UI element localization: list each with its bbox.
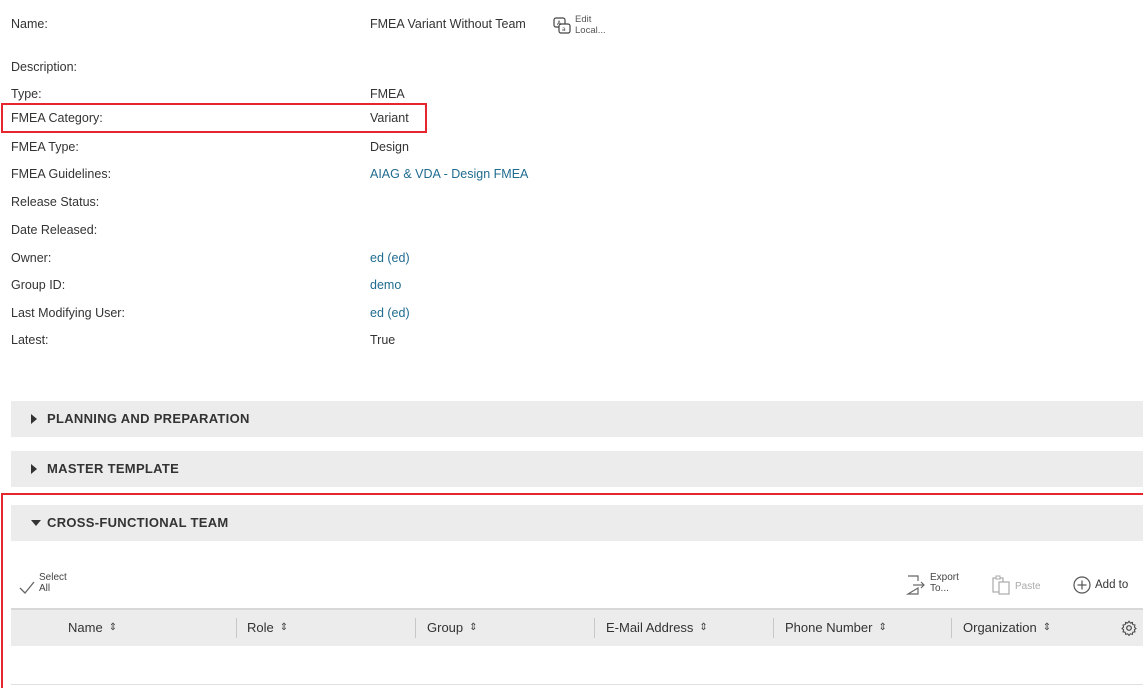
property-row-owner: Owner: ed (ed) (11, 248, 671, 268)
property-label: Name: (11, 17, 48, 31)
property-label: Group ID: (11, 278, 66, 292)
property-row-type: Type: FMEA (11, 84, 671, 104)
expand-arrow-icon (31, 414, 37, 424)
property-label: Date Released: (11, 223, 98, 237)
property-row-fmea-type: FMEA Type: Design (11, 137, 671, 157)
property-value: FMEA (370, 87, 405, 101)
property-label: FMEA Guidelines: (11, 167, 112, 181)
svg-text:a: a (562, 26, 566, 33)
property-value: True (370, 333, 396, 347)
group-id-link[interactable]: demo (370, 275, 401, 295)
last-modifying-user-link[interactable]: ed (ed) (370, 303, 410, 323)
edit-local-button[interactable]: A a Edit Local... (553, 14, 623, 42)
property-label: Latest: (11, 333, 49, 347)
property-row-last-modifying-user: Last Modifying User: ed (ed) (11, 303, 671, 323)
highlight-box-fmea-category (1, 103, 427, 133)
expand-arrow-icon (31, 464, 37, 474)
property-row-description: Description: (11, 57, 671, 77)
property-row-release-status: Release Status: (11, 192, 671, 212)
translate-icon: A a (553, 17, 571, 34)
property-value: Design (370, 140, 409, 154)
section-title: PLANNING AND PREPARATION (47, 411, 250, 426)
property-label: FMEA Type: (11, 140, 79, 154)
fmea-guidelines-link[interactable]: AIAG & VDA - Design FMEA (370, 164, 528, 184)
section-planning-and-preparation[interactable]: PLANNING AND PREPARATION (11, 401, 1143, 437)
edit-local-label: Edit Local... (575, 14, 606, 36)
property-row-fmea-guidelines: FMEA Guidelines: AIAG & VDA - Design FME… (11, 164, 671, 184)
property-row-group-id: Group ID: demo (11, 275, 671, 295)
property-label: Release Status: (11, 195, 100, 209)
highlight-box-cross-functional-team (1, 493, 1143, 688)
property-label: Description: (11, 60, 77, 74)
owner-link[interactable]: ed (ed) (370, 248, 410, 268)
property-label: Type: (11, 87, 42, 101)
section-master-template[interactable]: MASTER TEMPLATE (11, 451, 1143, 487)
property-label: Owner: (11, 251, 52, 265)
section-title: MASTER TEMPLATE (47, 461, 180, 476)
property-value-name: FMEA Variant Without Team (370, 17, 526, 31)
property-label: Last Modifying User: (11, 306, 125, 320)
property-row-latest: Latest: True (11, 330, 671, 350)
property-row-date-released: Date Released: (11, 220, 671, 240)
